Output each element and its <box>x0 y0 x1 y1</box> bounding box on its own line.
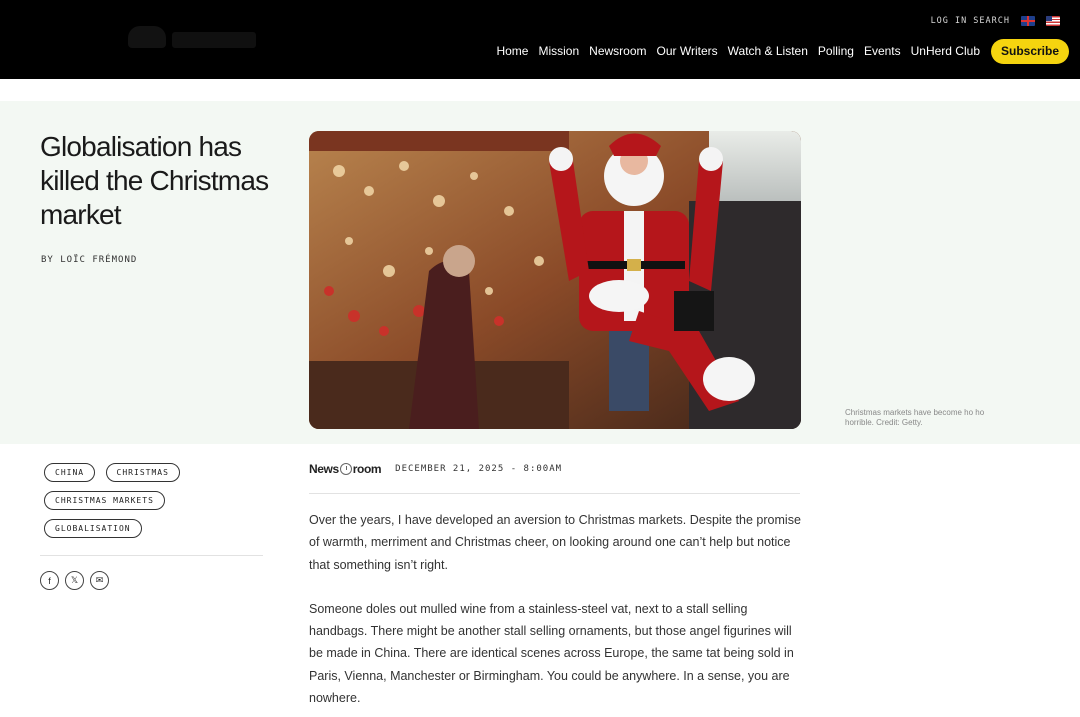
hero-photo <box>309 131 801 429</box>
sidebar-divider <box>40 555 263 556</box>
us-flag-icon[interactable] <box>1046 16 1060 26</box>
paragraph: Over the years, I have developed an aver… <box>309 513 801 572</box>
uk-flag-icon[interactable] <box>1021 16 1035 26</box>
newsroom-brand-right: room <box>352 462 382 476</box>
nav-mission[interactable]: Mission <box>538 44 579 58</box>
tag-globalisation[interactable]: GLOBALISATION <box>44 519 142 538</box>
logo-mark <box>128 26 166 48</box>
clock-icon <box>339 463 352 475</box>
x-icon[interactable]: 𝕏 <box>65 571 84 590</box>
site-header: LOG IN SEARCH Home Mission Newsroom Our … <box>0 0 1080 79</box>
tag-china[interactable]: CHINA <box>44 463 96 482</box>
article-body: Over the years, I have developed an aver… <box>309 509 801 717</box>
main-nav: Home Mission Newsroom Our Writers Watch … <box>496 44 980 58</box>
utility-links: LOG IN SEARCH <box>931 16 1010 26</box>
tag-christmas-markets[interactable]: CHRISTMAS MARKETS <box>44 491 165 510</box>
facebook-icon[interactable]: f <box>40 571 59 590</box>
nav-unherd-club[interactable]: UnHerd Club <box>911 44 980 58</box>
article-byline[interactable]: BY LOÏC FRÉMOND <box>41 255 137 265</box>
nav-home[interactable]: Home <box>496 44 528 58</box>
nav-polling[interactable]: Polling <box>818 44 854 58</box>
tag-christmas[interactable]: CHRISTMAS <box>105 463 180 482</box>
site-logo[interactable] <box>128 24 258 52</box>
article-title: Globalisation has killed the Christmas m… <box>40 131 269 230</box>
email-icon[interactable]: ✉ <box>90 571 109 590</box>
search-link[interactable]: SEARCH <box>973 16 1010 26</box>
paragraph: Someone doles out mulled wine from a sta… <box>309 601 794 706</box>
subscribe-button[interactable]: Subscribe <box>991 39 1069 64</box>
article-meta: News room DECEMBER 21, 2025 - 8:00AM <box>309 462 562 476</box>
login-link[interactable]: LOG IN <box>931 16 968 26</box>
article-divider <box>309 493 800 494</box>
nav-events[interactable]: Events <box>864 44 901 58</box>
newsroom-brand-left: News <box>309 462 339 476</box>
publish-date: DECEMBER 21, 2025 - 8:00AM <box>395 464 563 474</box>
photo-caption: Christmas markets have become ho ho horr… <box>845 408 985 427</box>
logo-wordmark <box>172 32 256 48</box>
share-buttons: f 𝕏 ✉ <box>40 571 109 590</box>
tag-list: CHINA CHRISTMAS CHRISTMAS MARKETS GLOBAL… <box>44 462 264 546</box>
nav-watch-listen[interactable]: Watch & Listen <box>728 44 808 58</box>
newsroom-badge[interactable]: News room <box>309 462 382 476</box>
nav-newsroom[interactable]: Newsroom <box>589 44 646 58</box>
nav-our-writers[interactable]: Our Writers <box>657 44 718 58</box>
